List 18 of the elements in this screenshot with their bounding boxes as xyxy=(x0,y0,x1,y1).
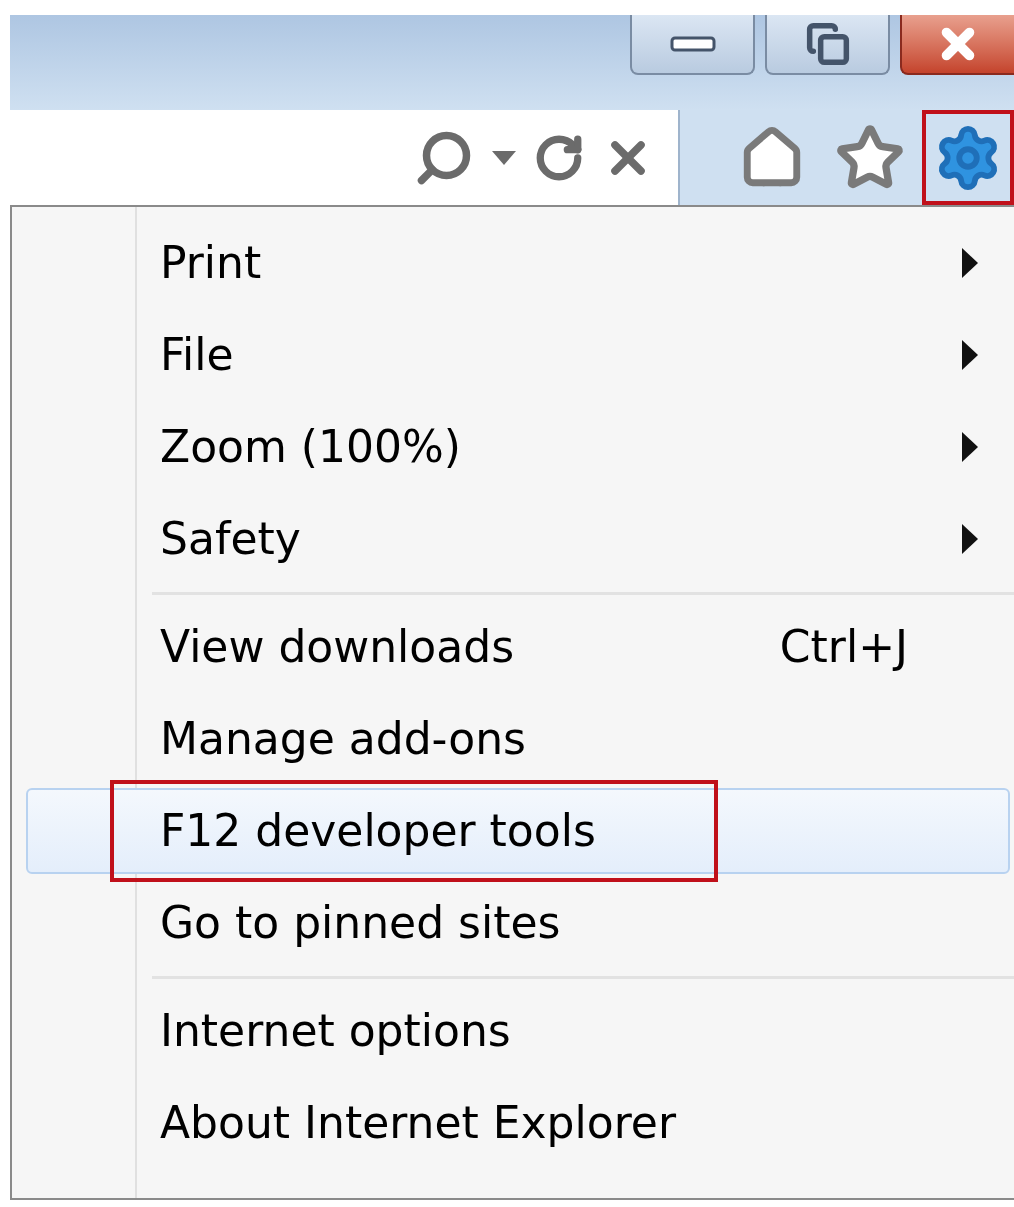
minimize-icon xyxy=(669,34,716,54)
close-button[interactable] xyxy=(900,15,1014,75)
menu-item[interactable]: Go to pinned sites xyxy=(26,880,1010,966)
menu-item[interactable]: Print xyxy=(26,220,1010,306)
menu-item[interactable]: About Internet Explorer xyxy=(26,1080,1010,1166)
menu-item[interactable]: F12 developer tools xyxy=(26,788,1010,874)
menu-item[interactable]: Internet options xyxy=(26,988,1010,1074)
menu-item[interactable]: Safety xyxy=(26,496,1010,582)
menu-item[interactable]: View downloads Ctrl+J xyxy=(26,604,1010,690)
restore-button[interactable] xyxy=(765,15,890,75)
address-field[interactable] xyxy=(10,110,680,205)
menu-item[interactable]: Manage add-ons xyxy=(26,696,1010,782)
minimize-button[interactable] xyxy=(630,15,755,75)
shortcut-label: Ctrl+J xyxy=(779,620,908,674)
restore-icon xyxy=(805,22,850,66)
menu-item[interactable]: Zoom (100%) xyxy=(26,404,1010,490)
menu-item[interactable]: File xyxy=(26,312,1010,398)
dropdown-caret-icon[interactable] xyxy=(492,150,516,165)
